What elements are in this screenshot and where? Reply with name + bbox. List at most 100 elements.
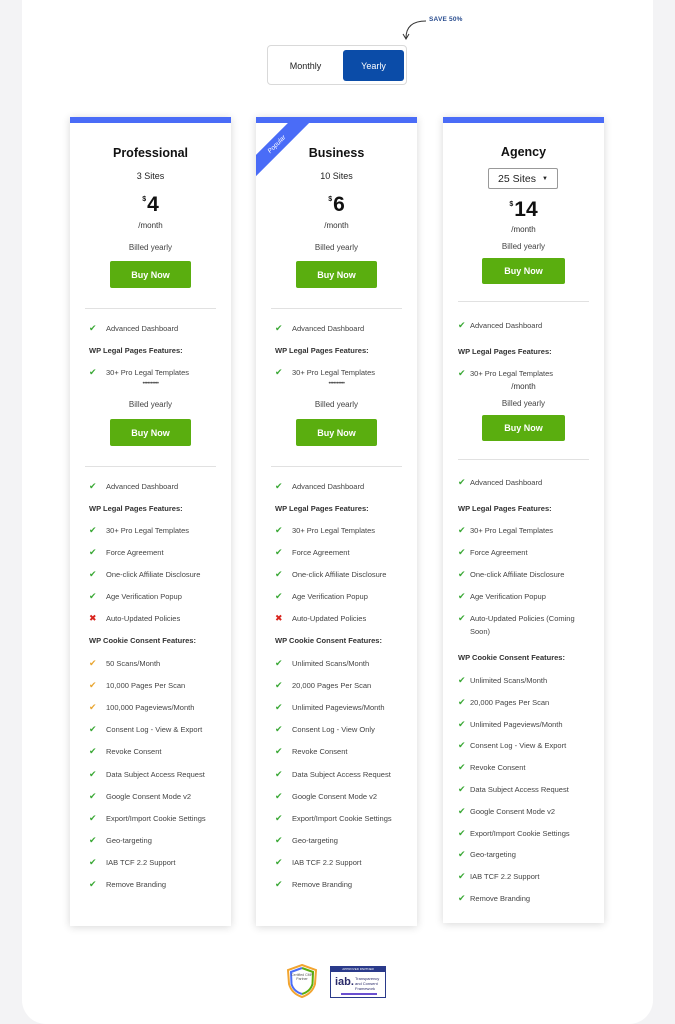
iab-badge-footer (341, 993, 377, 995)
feature-item: ✔ Advanced Dashboard (458, 320, 543, 330)
feature-text: IAB TCF 2.2 Support (470, 872, 540, 882)
iab-badge-header: APPROVED PARTNER (331, 967, 385, 972)
feature-item: ✔ Force Agreement (458, 546, 595, 559)
feature-item: ✔ Consent Log - View & Export (458, 739, 595, 752)
check-icon: ✔ (89, 481, 97, 491)
price-amount: 14 (514, 198, 538, 221)
feature-item: ✔ 30+ Pro Legal Templates (275, 524, 417, 537)
feature-text: Age Verification Popup (292, 592, 368, 601)
feature-item: ✔ Age Verification Popup (89, 590, 231, 603)
feature-item: ✔ One-click Affiliate Disclosure (89, 568, 231, 581)
billed-note: Billed yearly (314, 243, 359, 252)
feature-text: Google Consent Mode v2 (106, 791, 192, 801)
check-icon: ✔ (458, 762, 466, 773)
feature-item: ✔ 30+ Pro Legal Templates (275, 367, 376, 377)
feature-item: ✔ 30+ Pro Legal Templates (89, 367, 190, 377)
feature-text: Auto-Updated Policies (Coming Soon) (470, 614, 575, 636)
check-icon: ✔ (89, 856, 97, 867)
feature-item: ✔ Unlimited Scans/Month (275, 657, 417, 670)
feature-item: ✔ Consent Log - View Only (275, 723, 417, 736)
feature-text: Export/Import Cookie Settings (470, 828, 570, 838)
section-heading: WP Legal Pages Features: (458, 347, 552, 356)
feature-text: Remove Branding (470, 894, 531, 903)
feature-text: 50 Scans/Month (106, 659, 161, 668)
feature-item: ✔ Google Consent Mode v2 (275, 790, 417, 803)
plan-price: $ 6 (256, 194, 417, 215)
check-icon: ✔ (458, 320, 466, 330)
check-icon: ✔ (458, 805, 466, 816)
feature-text: Remove Branding (292, 880, 353, 889)
feature-item: ✔ 30+ Pro Legal Templates (458, 524, 595, 537)
feature-text: Unlimited Scans/Month (470, 676, 548, 685)
feature-item: ✔ Remove Branding (275, 878, 417, 891)
check-icon: ✔ (275, 879, 283, 889)
billed-note: Billed yearly (128, 400, 173, 409)
billed-note: Billed yearly (501, 242, 546, 251)
divider (85, 466, 216, 467)
feature-item: ✔ Data Subject Access Request (275, 768, 417, 781)
feature-item: ✔ Advanced Dashboard (89, 481, 179, 491)
currency-symbol: $ (142, 196, 147, 203)
check-icon: ✔ (275, 569, 283, 579)
feature-text: Force Agreement (292, 548, 350, 557)
check-icon: ✔ (89, 525, 97, 535)
feature-item: ✔ 30+ Pro Legal Templates (89, 524, 231, 537)
check-icon: ✔ (89, 768, 97, 779)
divider (271, 308, 402, 309)
feature-item: ✔ Geo-targeting (458, 848, 595, 861)
iab-badge-text: Transparency and Consent Framework (355, 976, 380, 991)
feature-text: Force Agreement (470, 548, 528, 557)
monthly-toggle[interactable]: Monthly (275, 50, 336, 81)
feature-text: Data Subject Access Request (470, 785, 569, 794)
iab-tcf-badge: APPROVED PARTNER iab. Transparency and C… (330, 966, 386, 998)
buy-now-button[interactable]: Buy Now (296, 261, 377, 288)
feature-item: ✔ 100,000 Pageviews/Month (89, 701, 231, 714)
check-icon: ✔ (458, 718, 466, 729)
yearly-toggle[interactable]: Yearly (343, 50, 404, 81)
feature-item: ✔ Remove Branding (458, 892, 595, 905)
price-amount: 4 (147, 193, 159, 216)
check-icon: ✔ (275, 680, 283, 691)
buy-now-button[interactable]: Buy Now (482, 258, 565, 284)
buy-now-button[interactable]: Buy Now (110, 419, 191, 446)
buy-now-button[interactable]: Buy Now (110, 261, 191, 288)
feature-item: ✔ Force Agreement (89, 546, 231, 559)
check-icon: ✔ (458, 613, 466, 623)
divider (458, 301, 589, 302)
check-icon: ✔ (275, 812, 283, 823)
check-icon: ✔ (89, 746, 97, 757)
check-icon: ✔ (458, 569, 466, 579)
check-icon: ✔ (275, 856, 283, 867)
feature-text: IAB TCF 2.2 Support (292, 857, 362, 867)
check-icon: ✔ (275, 525, 283, 535)
check-icon: ✔ (89, 547, 97, 557)
section-heading: WP Legal Pages Features: (89, 346, 183, 355)
plan-card-agency: Agency 25 Sites ▼ $ 14 /month Billed yea… (443, 117, 604, 923)
curved-arrow-icon (402, 20, 427, 40)
check-icon: ✔ (275, 834, 283, 845)
buy-now-button[interactable]: Buy Now (482, 415, 565, 441)
billed-note: Billed yearly (128, 243, 173, 252)
feature-text: One-click Affiliate Disclosure (470, 570, 565, 579)
check-icon: ✔ (275, 658, 283, 668)
check-icon: ✔ (89, 790, 97, 801)
feature-item: ✔ 20,000 Pages Per Scan (458, 696, 595, 709)
feature-text: 10,000 Pages Per Scan (106, 681, 186, 691)
feature-text: Force Agreement (106, 548, 164, 557)
feature-text: 30+ Pro Legal Templates (106, 526, 190, 535)
partial-check-icon: ✔ (89, 658, 97, 668)
feature-item: ✔ 50 Scans/Month (89, 657, 231, 670)
check-icon: ✔ (275, 790, 283, 801)
section-heading: WP Legal Pages Features: (89, 504, 183, 513)
card-top-bar (256, 117, 417, 123)
feature-text: 20,000 Pages Per Scan (292, 681, 372, 691)
feature-item: ✔ Age Verification Popup (275, 590, 417, 603)
buy-now-button[interactable]: Buy Now (296, 419, 377, 446)
sites-select[interactable]: 25 Sites ▼ (488, 168, 558, 189)
check-icon: ✔ (275, 768, 283, 779)
check-icon: ✔ (275, 724, 283, 735)
check-icon: ✔ (275, 591, 283, 601)
section-heading: WP Legal Pages Features: (458, 504, 552, 513)
feature-text: 100,000 Pageviews/Month (106, 703, 195, 713)
feature-text: Consent Log - View & Export (106, 725, 203, 735)
